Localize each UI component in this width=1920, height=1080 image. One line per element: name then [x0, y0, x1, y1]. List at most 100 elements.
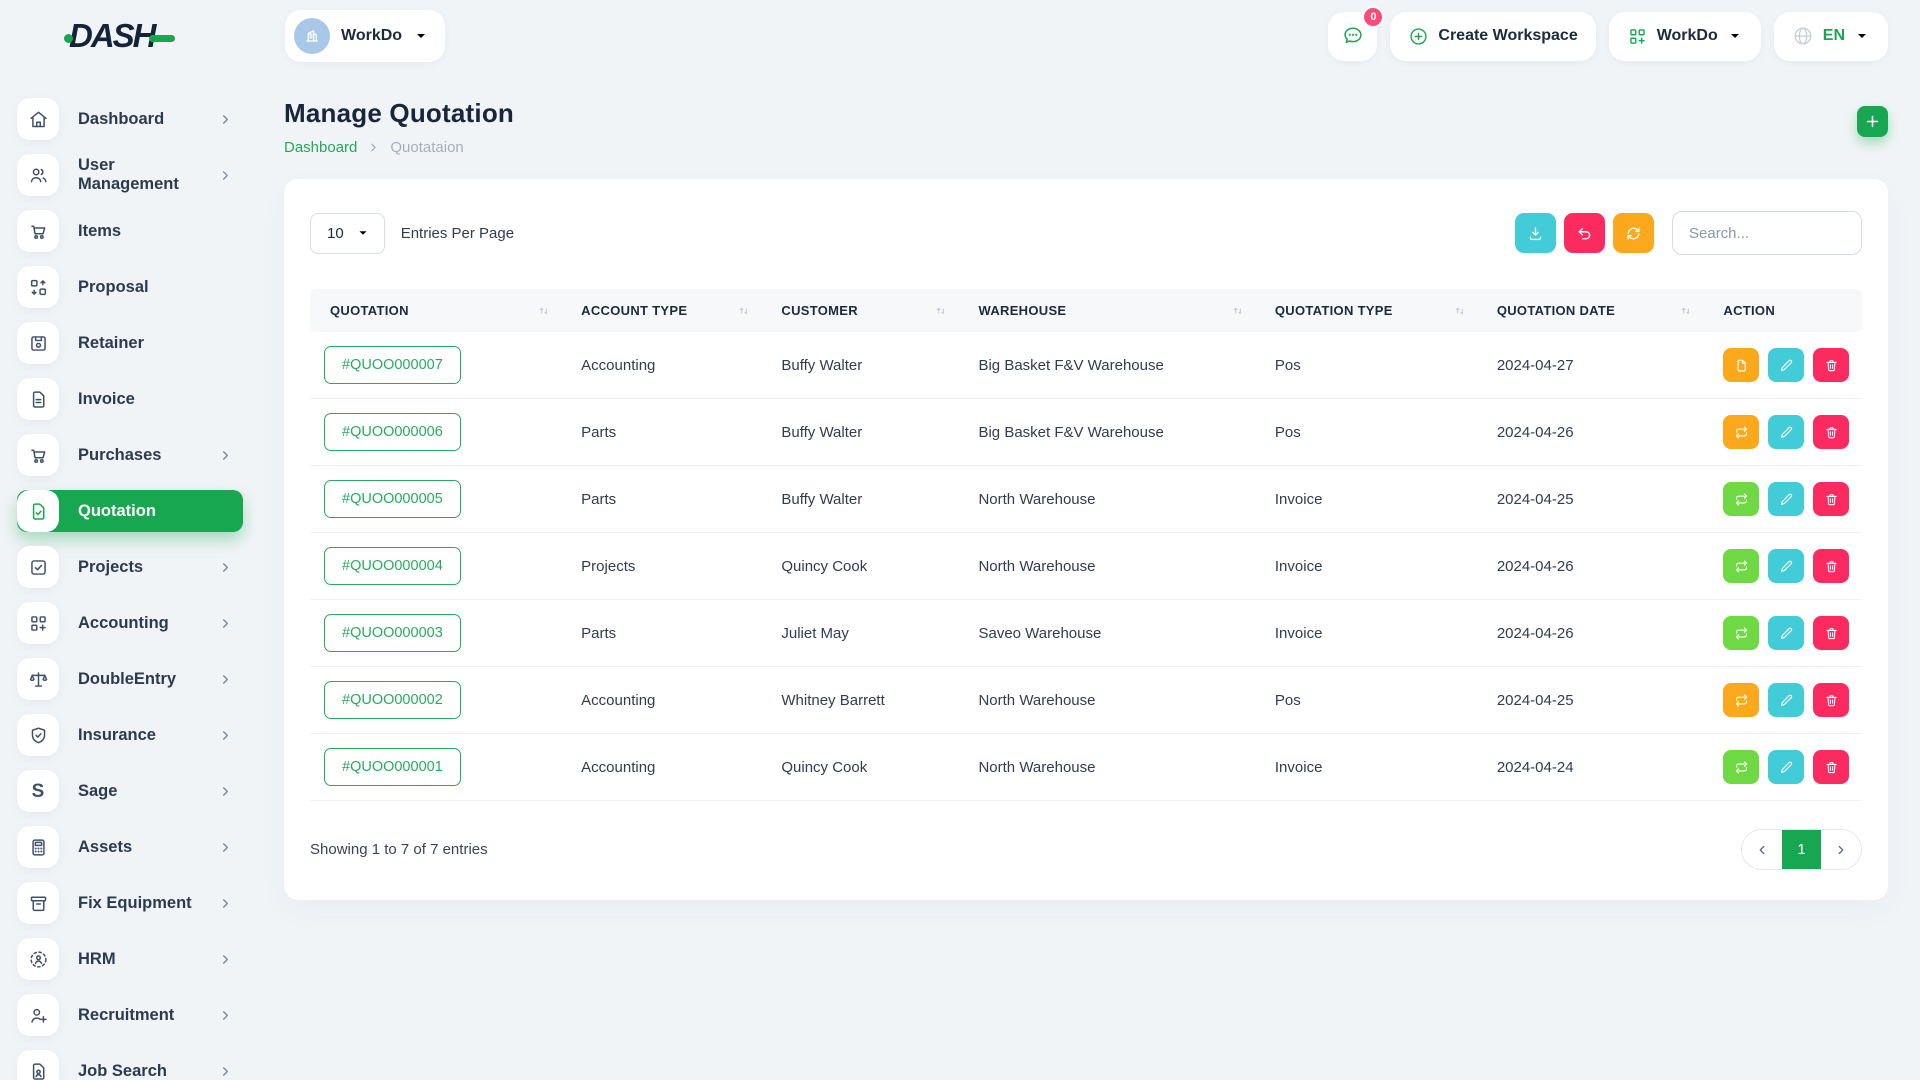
plus-icon — [1864, 113, 1881, 130]
delete-button[interactable] — [1813, 482, 1849, 516]
quotation-type-cell: Pos — [1263, 332, 1485, 399]
search-input[interactable] — [1672, 211, 1862, 255]
convert-button[interactable] — [1723, 549, 1759, 583]
messages-button[interactable]: 0 — [1328, 12, 1377, 61]
sidebar-item-assets[interactable]: Assets — [17, 826, 243, 868]
convert-button[interactable] — [1723, 616, 1759, 650]
workspace-label: WorkDo — [341, 27, 402, 45]
sidebar-item-insurance[interactable]: Insurance — [17, 714, 243, 756]
logo-bar-accent — [149, 35, 175, 42]
edit-button[interactable] — [1768, 415, 1804, 449]
workdo-menu-button[interactable]: WorkDo — [1609, 12, 1761, 61]
edit-button[interactable] — [1768, 549, 1804, 583]
sidebar-item-hrm[interactable]: HRM — [17, 938, 243, 980]
customer-cell: Buffy Walter — [769, 332, 966, 399]
edit-button[interactable] — [1768, 683, 1804, 717]
sidebar-item-purchases[interactable]: Purchases — [17, 434, 243, 476]
delete-button[interactable] — [1813, 683, 1849, 717]
sidebar-item-accounting[interactable]: Accounting — [17, 602, 243, 644]
undo-button[interactable] — [1564, 213, 1605, 253]
edit-button[interactable] — [1768, 750, 1804, 784]
column-label: ACTION — [1723, 303, 1775, 318]
repeat-icon — [1734, 492, 1749, 507]
create-workspace-button[interactable]: Create Workspace — [1390, 12, 1595, 61]
edit-button[interactable] — [1768, 482, 1804, 516]
delete-button[interactable] — [1813, 415, 1849, 449]
quotation-number-badge[interactable]: #QUOO000006 — [324, 413, 461, 451]
sidebar-icon-tile — [17, 714, 59, 756]
sidebar-item-recruitment[interactable]: Recruitment — [17, 994, 243, 1036]
sidebar-item-invoice[interactable]: Invoice — [17, 378, 243, 420]
sidebar-item-label: Recruitment — [78, 1006, 174, 1025]
edit-button[interactable] — [1768, 348, 1804, 382]
sidebar-item-quotation[interactable]: Quotation — [17, 490, 243, 532]
delete-button[interactable] — [1813, 348, 1849, 382]
sidebar-item-retainer[interactable]: Retainer — [17, 322, 243, 364]
column-header-quotation-type[interactable]: QUOTATION TYPE — [1263, 289, 1485, 332]
quotation-table-card: 10 Entries Per Page QUOTATIONACCOUNT TYP… — [284, 179, 1888, 900]
workspace-switcher[interactable]: WorkDo — [285, 10, 445, 62]
refresh-button[interactable] — [1613, 213, 1654, 253]
sidebar-item-user-management[interactable]: User Management — [17, 154, 243, 196]
row-actions — [1723, 348, 1850, 382]
column-label: CUSTOMER — [781, 303, 858, 318]
pencil-icon — [1779, 358, 1794, 373]
view-converted-button[interactable] — [1723, 348, 1759, 382]
column-header-quotation[interactable]: QUOTATION — [310, 289, 569, 332]
entries-per-page-select[interactable]: 10 — [310, 213, 385, 254]
quotation-number-badge[interactable]: #QUOO000005 — [324, 480, 461, 518]
sidebar-item-dashboard[interactable]: Dashboard — [17, 98, 243, 140]
convert-button[interactable] — [1723, 683, 1759, 717]
brand-logo[interactable]: DASH — [0, 17, 257, 55]
quotation-number-badge[interactable]: #QUOO000001 — [324, 748, 461, 786]
quotation-type-cell: Pos — [1263, 399, 1485, 466]
language-selector[interactable]: EN — [1774, 12, 1888, 61]
pagination-prev[interactable] — [1742, 830, 1782, 869]
sidebar-item-doubleentry[interactable]: DoubleEntry — [17, 658, 243, 700]
edit-button[interactable] — [1768, 616, 1804, 650]
sidebar-item-job-search[interactable]: Job Search — [17, 1050, 243, 1080]
sidebar-icon-tile — [17, 826, 59, 868]
add-quotation-button[interactable] — [1857, 106, 1888, 137]
sidebar-item-label: Projects — [78, 558, 143, 577]
quotation-type-cell: Invoice — [1263, 533, 1485, 600]
delete-button[interactable] — [1813, 616, 1849, 650]
column-header-quotation-date[interactable]: QUOTATION DATE — [1485, 289, 1712, 332]
trash-icon — [1824, 425, 1839, 440]
repeat-icon — [1734, 425, 1749, 440]
sidebar-item-projects[interactable]: Projects — [17, 546, 243, 588]
calculator-icon — [28, 837, 49, 858]
column-header-warehouse[interactable]: WAREHOUSE — [966, 289, 1262, 332]
sidebar-item-items[interactable]: Items — [17, 210, 243, 252]
sidebar-icon-tile — [17, 602, 59, 644]
column-header-account-type[interactable]: ACCOUNT TYPE — [569, 289, 769, 332]
quotation-type-cell: Invoice — [1263, 466, 1485, 533]
delete-button[interactable] — [1813, 750, 1849, 784]
convert-button[interactable] — [1723, 482, 1759, 516]
chevron-down-icon — [1727, 28, 1743, 44]
sidebar-icon-tile — [17, 210, 59, 252]
column-header-customer[interactable]: CUSTOMER — [769, 289, 966, 332]
grid-plus-icon — [1627, 26, 1648, 47]
export-button[interactable] — [1515, 213, 1556, 253]
table-row: #QUOO000005PartsBuffy WalterNorth Wareho… — [310, 466, 1862, 533]
chevron-right-icon — [1834, 843, 1848, 857]
chevron-right-icon — [218, 784, 233, 799]
quotation-number-badge[interactable]: #QUOO000003 — [324, 614, 461, 652]
breadcrumb-dashboard-link[interactable]: Dashboard — [284, 139, 357, 156]
quotation-number-badge[interactable]: #QUOO000002 — [324, 681, 461, 719]
trash-icon — [1824, 760, 1839, 775]
pagination-next[interactable] — [1821, 830, 1861, 869]
trash-icon — [1824, 626, 1839, 641]
sidebar-item-sage[interactable]: SSage — [17, 770, 243, 812]
sidebar-item-fix-equipment[interactable]: Fix Equipment — [17, 882, 243, 924]
quotation-number-badge[interactable]: #QUOO000007 — [324, 346, 461, 384]
convert-button[interactable] — [1723, 750, 1759, 784]
convert-button[interactable] — [1723, 415, 1759, 449]
row-actions — [1723, 415, 1850, 449]
delete-button[interactable] — [1813, 549, 1849, 583]
sidebar-item-proposal[interactable]: Proposal — [17, 266, 243, 308]
column-header-action: ACTION — [1711, 289, 1862, 332]
pagination-page-1[interactable]: 1 — [1782, 830, 1821, 869]
quotation-number-badge[interactable]: #QUOO000004 — [324, 547, 461, 585]
